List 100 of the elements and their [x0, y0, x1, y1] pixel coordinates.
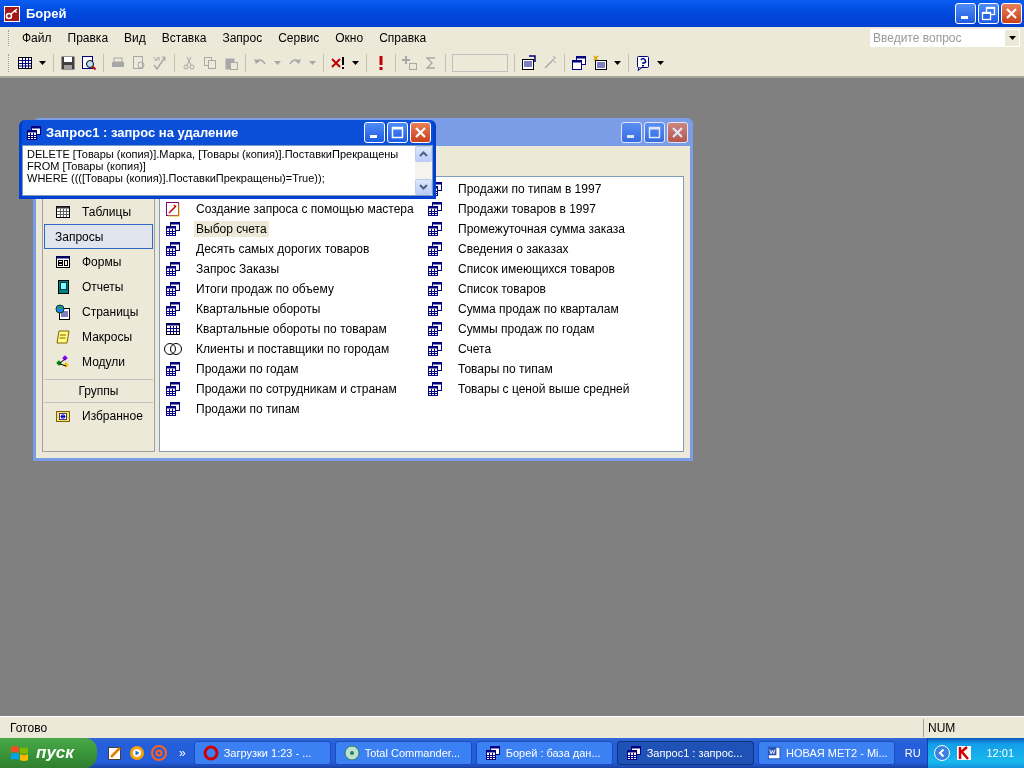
query-item[interactable]: Продажи по сотрудникам и странам	[194, 381, 399, 397]
cross-exclamation-icon[interactable]	[330, 54, 346, 71]
magnifier-page-icon[interactable]	[81, 54, 97, 71]
document-icon	[766, 745, 781, 761]
query-item[interactable]: Сумма продаж по кварталам	[456, 301, 621, 317]
menu-item[interactable]: Файл	[14, 29, 60, 47]
view-grid-icon[interactable]	[17, 54, 33, 71]
menu-item[interactable]: Справка	[371, 29, 435, 47]
query-icon	[427, 281, 443, 297]
menu-item[interactable]: Сервис	[270, 29, 328, 47]
query-icon	[427, 361, 443, 377]
minimize-button[interactable]	[621, 121, 642, 143]
object-type-item[interactable]: Страницы	[44, 299, 153, 324]
query-icon	[484, 745, 501, 761]
object-type-item[interactable]: Макросы	[44, 324, 153, 349]
query-item[interactable]: Квартальные обороты	[194, 301, 323, 317]
status-text: Готово	[9, 720, 49, 735]
query-item[interactable]: Выбор счета	[194, 221, 269, 237]
taskbar-button[interactable]: Борей : база дан...	[475, 741, 613, 765]
object-type-item[interactable]: Модули	[44, 349, 153, 374]
query-item[interactable]: Продажи товаров в 1997	[456, 201, 598, 217]
media-player-icon[interactable]	[129, 745, 145, 761]
close-button[interactable]	[667, 121, 688, 143]
table-icon	[55, 203, 71, 220]
object-type-item[interactable]: Таблицы	[44, 199, 153, 224]
menu-item[interactable]: Окно	[327, 29, 372, 47]
query-item[interactable]: Счета	[456, 341, 494, 357]
query-icon	[165, 221, 181, 237]
maximize-button[interactable]	[644, 121, 665, 143]
close-button[interactable]	[410, 122, 431, 143]
close-button[interactable]	[1001, 3, 1022, 24]
start-button[interactable]: пуск	[0, 738, 97, 768]
query-item[interactable]: Суммы продаж по годам	[456, 321, 597, 337]
window-title: Борей	[26, 6, 68, 21]
minimize-button[interactable]	[955, 3, 976, 24]
maximize-button[interactable]	[387, 122, 408, 143]
k-letter-shield-icon[interactable]	[956, 745, 973, 761]
pencil-note-icon[interactable]	[107, 745, 123, 761]
taskbar-button[interactable]: НОВАЯ МЕТ2 - Mi...	[757, 741, 895, 765]
query-item[interactable]: Создание запроса с помощью мастера	[194, 201, 416, 217]
query-icon	[625, 745, 642, 761]
scroll-up-button[interactable]	[415, 146, 432, 162]
query-icon	[165, 281, 181, 297]
help-question-field[interactable]: Введите вопрос	[870, 29, 1020, 47]
query-item[interactable]: Товары с ценой выше средней	[456, 381, 632, 397]
save-icon[interactable]	[60, 54, 76, 71]
report-icon	[55, 278, 71, 295]
query-icon	[427, 241, 443, 257]
menu-item[interactable]: Запрос	[214, 29, 271, 47]
query-item[interactable]: Продажи по типам	[194, 401, 302, 417]
restore-button[interactable]	[978, 3, 999, 24]
menu-item[interactable]: Вид	[116, 29, 154, 47]
query-item[interactable]: Итоги продаж по объему	[194, 281, 336, 297]
query-item[interactable]: Квартальные обороты по товарам	[194, 321, 389, 337]
scroll-down-button[interactable]	[415, 179, 432, 195]
overlapping-circles-icon	[164, 342, 182, 356]
query-item[interactable]: Клиенты и поставщики по городам	[194, 341, 392, 357]
menu-item[interactable]: Правка	[59, 29, 117, 47]
object-type-item[interactable]: Формы	[44, 249, 153, 274]
query-item[interactable]: Сведения о заказах	[456, 241, 571, 257]
taskbar-button[interactable]: Загрузки 1:23 - ...	[193, 741, 331, 765]
minimize-button[interactable]	[364, 122, 385, 143]
code-line: WHERE ((([Товары (копия)].ПоставкиПрекращены)=True));	[27, 172, 326, 184]
chevron-left-icon[interactable]	[934, 745, 951, 761]
query-item[interactable]: Промежуточная сумма заказа	[456, 221, 627, 237]
query-item[interactable]: Продажи по годам	[194, 361, 301, 377]
object-type-item[interactable]: Запросы	[44, 224, 153, 249]
query-item[interactable]: Запрос Заказы	[194, 261, 282, 277]
query-item[interactable]: Список товаров	[456, 281, 548, 297]
circle-icon	[202, 745, 219, 761]
taskbar-button[interactable]: Запрос1 : запрос...	[616, 741, 754, 765]
query-icon	[165, 381, 181, 397]
query-icon	[165, 401, 181, 417]
object-type-item[interactable]: Отчеты	[44, 274, 153, 299]
query-icon	[165, 361, 181, 377]
object-type-item[interactable]: Избранное	[44, 403, 153, 428]
properties-icon[interactable]	[521, 54, 537, 71]
help-icon[interactable]	[635, 54, 651, 71]
query-icon	[427, 341, 443, 357]
query-item[interactable]: Товары по типам	[456, 361, 555, 377]
chevron-up-icon	[419, 151, 428, 157]
windows-icon[interactable]	[571, 54, 587, 71]
menu-item[interactable]: Вставка	[153, 29, 215, 47]
query-item[interactable]: Список имеющихся товаров	[456, 261, 617, 277]
dropdown-arrow-icon[interactable]	[1008, 36, 1016, 40]
query-icon	[427, 301, 443, 317]
minimize-icon	[627, 134, 634, 138]
query-item[interactable]: Десять самых дорогих товаров	[194, 241, 372, 257]
groups-header[interactable]: Группы	[44, 379, 153, 403]
key-icon	[4, 5, 20, 22]
new-object-icon[interactable]	[592, 54, 608, 71]
query-icon	[26, 124, 42, 141]
query-icon	[165, 261, 181, 277]
query-icon	[427, 321, 443, 337]
query-item[interactable]: Продажи по типам в 1997	[456, 181, 604, 197]
language-indicator[interactable]: RU	[904, 747, 921, 759]
taskbar-button[interactable]: Total Commander...	[334, 741, 472, 765]
windows-logo-icon	[10, 744, 30, 762]
more-chevron[interactable]: »	[179, 746, 186, 760]
chevron-down-icon	[419, 184, 428, 190]
